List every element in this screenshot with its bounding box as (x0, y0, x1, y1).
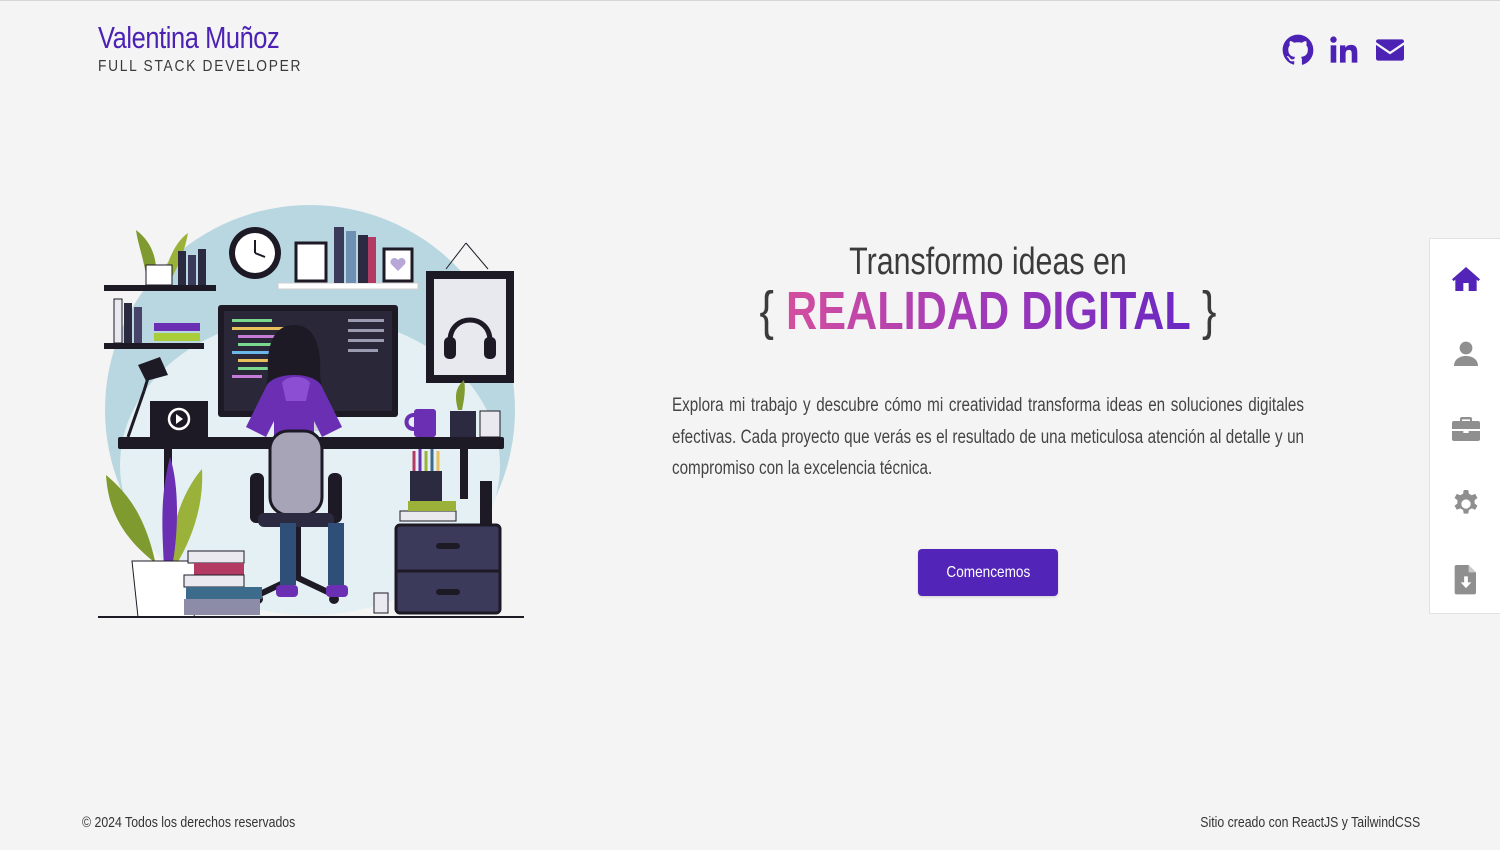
start-button-label: Comencemos (946, 563, 1030, 581)
nav-home[interactable] (1430, 259, 1500, 299)
side-navigation (1429, 238, 1500, 614)
nav-download-cv[interactable] (1430, 559, 1500, 599)
github-icon (1282, 34, 1314, 65)
home-icon (1451, 267, 1480, 291)
brand-role: FULL STACK DEVELOPER (98, 58, 303, 75)
top-divider (0, 0, 1500, 1)
nav-portfolio[interactable] (1430, 409, 1500, 449)
hero-description: Explora mi trabajo y descubre cómo mi cr… (672, 395, 1304, 479)
file-download-icon (1454, 565, 1476, 595)
nav-skills[interactable] (1430, 484, 1500, 524)
github-link[interactable] (1282, 34, 1314, 66)
hero-headline: Transformo ideas en (849, 241, 1127, 283)
footer-copyright: © 2024 Todos los derechos reservados (82, 814, 296, 831)
briefcase-icon (1451, 417, 1480, 441)
hero-highlight-line: { REALIDAD DIGITAL } (735, 284, 1241, 338)
start-button[interactable]: Comencemos (918, 549, 1058, 596)
email-icon (1376, 39, 1404, 61)
brand[interactable]: Valentina Muñoz FULL STACK DEVELOPER (98, 20, 335, 76)
footer-credits: Sitio creado con ReactJS y TailwindCSS (1200, 814, 1420, 831)
linkedin-icon (1330, 36, 1358, 63)
hero-illustration (98, 205, 526, 620)
nav-about[interactable] (1430, 334, 1500, 374)
linkedin-link[interactable] (1328, 34, 1360, 66)
hero-highlight: REALIDAD DIGITAL (786, 281, 1190, 341)
brace-open: { (759, 281, 774, 341)
social-links (1282, 34, 1406, 66)
gear-icon (1454, 490, 1477, 514)
email-link[interactable] (1374, 34, 1406, 66)
brand-name: Valentina Muñoz (98, 20, 280, 55)
user-icon (1453, 341, 1478, 366)
hero-section: Transformo ideas en { REALIDAD DIGITAL }… (672, 240, 1304, 485)
brace-close: } (1202, 281, 1217, 341)
